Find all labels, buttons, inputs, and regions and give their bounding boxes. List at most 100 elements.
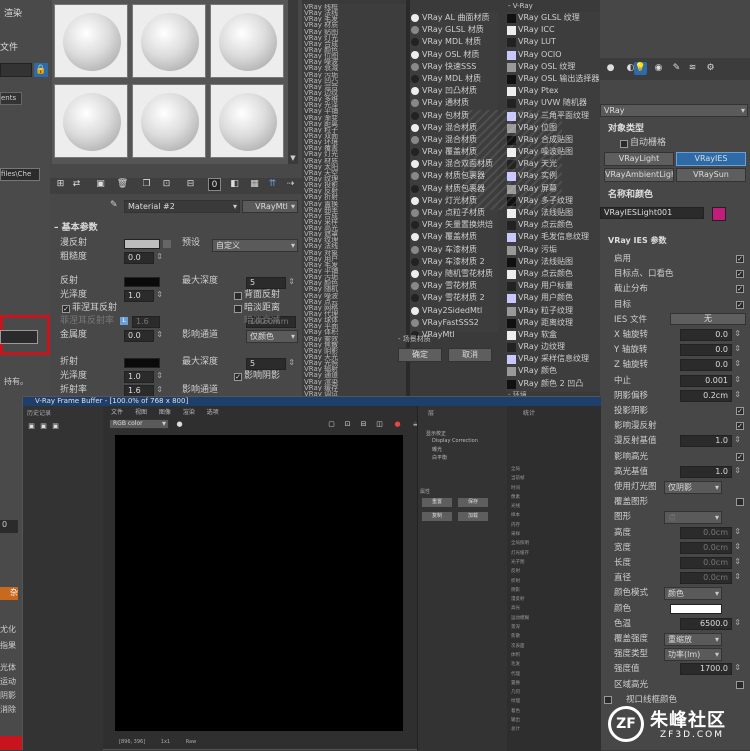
ies-length-field[interactable]: 0.0cm bbox=[680, 557, 741, 569]
ies-cutoff-checkbox[interactable]: ✓ bbox=[736, 285, 744, 294]
ies-affect-specular-checkbox[interactable]: ✓ bbox=[736, 452, 744, 461]
map-browser-item[interactable]: VRay 点云颜色 bbox=[506, 219, 600, 231]
gloss-field[interactable]: 1.0 bbox=[124, 290, 163, 302]
material-browser-item[interactable]: VRay2SidedMtl bbox=[410, 305, 498, 317]
vfb-menu-render[interactable]: 渲染 bbox=[183, 409, 195, 416]
diffuse-swatch[interactable] bbox=[124, 239, 160, 249]
back-reflect-checkbox[interactable] bbox=[234, 292, 242, 300]
material-browser-item[interactable]: VRay 雪花材质 bbox=[410, 280, 498, 292]
fresnel-lock-icon[interactable]: L bbox=[120, 317, 128, 325]
map-browser-item[interactable]: VRay 点云颜色 bbox=[506, 268, 600, 280]
vfb-layer-item[interactable]: 白平衡 bbox=[426, 454, 506, 462]
vfb-menu-options[interactable]: 选项 bbox=[207, 409, 219, 416]
menu-item-f[interactable]: 消除 bbox=[0, 704, 16, 715]
ies-color-mode-dropdown[interactable]: 颜色 bbox=[664, 587, 722, 601]
vfb-stats-button[interactable]: 复制 bbox=[421, 511, 453, 522]
vfb-menu-view[interactable]: 视图 bbox=[135, 409, 147, 416]
put-library-icon[interactable]: ⊟ bbox=[184, 178, 197, 191]
map-browser-item[interactable]: VRay 污垢 bbox=[506, 244, 600, 256]
ies-area-specular-checkbox[interactable] bbox=[736, 680, 744, 689]
ies-intensity-field[interactable]: 1700.0 bbox=[680, 663, 741, 676]
slots-scrollbar[interactable]: ▼ bbox=[288, 0, 298, 164]
material-browser-item[interactable]: VRay 覆盖材质 bbox=[410, 231, 498, 243]
ies-affect-diffuse-checkbox[interactable]: ✓ bbox=[736, 422, 744, 431]
map-browser-item[interactable]: VRay 距离纹理 bbox=[506, 317, 600, 329]
lights-icon[interactable]: 💡 bbox=[634, 62, 647, 75]
menu-item-c[interactable]: 光体 bbox=[0, 662, 16, 673]
ies-height-field[interactable]: 0.0cm bbox=[680, 526, 741, 539]
unique-icon[interactable]: ⊡ bbox=[160, 178, 173, 191]
copy-icon[interactable]: ❐ bbox=[140, 178, 153, 191]
vfb-layer-item[interactable]: 曝光 bbox=[426, 446, 506, 454]
diffuse-map-button[interactable] bbox=[163, 240, 171, 248]
sample-slot-4[interactable] bbox=[54, 84, 128, 158]
material-browser-item[interactable]: VRay AL 曲面材质 bbox=[410, 12, 498, 24]
vfb-stats-button[interactable]: 加载 bbox=[457, 511, 489, 522]
vfb-menu-file[interactable]: 文件 bbox=[111, 409, 123, 416]
map-browser-item[interactable]: VRay Ptex bbox=[506, 85, 600, 97]
vfb-stats-button[interactable]: 重置 bbox=[421, 497, 453, 508]
vfb-render-canvas[interactable] bbox=[115, 435, 403, 731]
affect-channel-dropdown[interactable]: 仅颜色 bbox=[246, 330, 298, 343]
map-browser-item[interactable]: VRay 颜色 2 凹凸 bbox=[506, 378, 600, 390]
object-type-header[interactable]: 对象类型 bbox=[608, 122, 644, 136]
name-color-header[interactable]: 名称和颜色 bbox=[608, 188, 653, 202]
ies-diffuse-contrib-field[interactable]: 1.0 bbox=[680, 435, 741, 448]
ies-intensity-type-dropdown[interactable]: 功率(lm) bbox=[664, 648, 722, 662]
sample-slot-2[interactable] bbox=[132, 4, 206, 78]
vfb-follow-icon[interactable]: ⊡ bbox=[341, 418, 354, 431]
object-name-field[interactable]: VRayIESLight001 bbox=[600, 207, 704, 219]
map-browser-item[interactable]: VRay 颜色 bbox=[506, 365, 600, 377]
reflect-swatch[interactable] bbox=[124, 277, 160, 287]
ies-shape-dropdown[interactable]: 点 bbox=[664, 511, 722, 525]
assign-icon[interactable]: ▣ bbox=[94, 178, 107, 191]
preset-dropdown[interactable]: 自定义 bbox=[212, 239, 298, 252]
geometry-icon[interactable]: ● bbox=[604, 62, 617, 75]
fresnel-ior-field[interactable]: 1.6 bbox=[132, 316, 160, 328]
vfb-stop-icon[interactable]: ● bbox=[391, 418, 404, 431]
cameras-icon[interactable]: ◉ bbox=[652, 62, 665, 75]
ies-target-l-checkbox[interactable]: ✓ bbox=[736, 300, 744, 309]
basic-params-header[interactable]: – 基本参数 bbox=[54, 221, 98, 235]
browser-header-vray[interactable]: - V-Ray bbox=[508, 2, 533, 10]
material-id-icon[interactable]: 0 bbox=[208, 178, 221, 191]
map-browser-item[interactable]: VRay GLSL 纹理 bbox=[506, 12, 600, 24]
browser-cancel-button[interactable]: 取消 bbox=[448, 348, 492, 362]
menu-item-d[interactable]: 运动 bbox=[0, 676, 16, 687]
material-browser-item[interactable]: VRay MDL 材质 bbox=[410, 73, 498, 85]
put-to-scene-icon[interactable]: ⇄ bbox=[70, 178, 83, 191]
highlighted-field[interactable] bbox=[0, 330, 38, 344]
roughness-field[interactable]: 0.0 bbox=[124, 252, 163, 264]
vfb-region-icon[interactable]: ▢ bbox=[325, 418, 338, 431]
ies-x-rot-field[interactable]: 0.0 bbox=[680, 329, 741, 341]
ies-cutoff-l-field[interactable]: 0.001 bbox=[680, 374, 741, 387]
material-browser-item[interactable]: VRay 车漆材质 2 bbox=[410, 256, 498, 268]
vfb-track-icon[interactable]: ⊟ bbox=[357, 418, 370, 431]
map-browser-item[interactable]: VRay 毛发信息纹理 bbox=[506, 231, 600, 243]
material-type-button[interactable]: VRayMtl bbox=[242, 200, 298, 213]
refract-swatch[interactable] bbox=[124, 358, 160, 368]
get-material-icon[interactable]: ⊞ bbox=[54, 178, 67, 191]
menu-item-e[interactable]: 阴影 bbox=[0, 690, 16, 701]
vrayies-button[interactable]: VRayIES bbox=[676, 152, 746, 166]
path-field[interactable] bbox=[0, 63, 32, 77]
vfb-circle-icon[interactable]: ● bbox=[173, 418, 186, 431]
auto-grid-checkbox[interactable] bbox=[620, 140, 628, 148]
sample-slot-1[interactable] bbox=[54, 4, 128, 78]
fresnel-checkbox[interactable]: ✓ bbox=[62, 305, 70, 313]
map-browser-item[interactable]: VRay ICC bbox=[506, 24, 600, 36]
ies-override-shape-checkbox[interactable] bbox=[736, 498, 744, 507]
sample-slot-5[interactable] bbox=[132, 84, 206, 158]
ies-width-field[interactable]: 0.0cm bbox=[680, 541, 741, 554]
menu-item-a[interactable]: 尤化 bbox=[0, 624, 16, 635]
ies-specular-contrib-field[interactable]: 1.0 bbox=[680, 465, 741, 478]
material-browser-item[interactable]: VRay 车漆材质 bbox=[410, 244, 498, 256]
history-compare-icon[interactable]: ▣ bbox=[49, 420, 62, 433]
map-browser-item[interactable]: VRay 粒子纹理 bbox=[506, 305, 600, 317]
ies-diameter-field[interactable]: 0.0cm bbox=[680, 572, 741, 585]
map-browser-item[interactable]: VRay 边纹理 bbox=[506, 341, 600, 353]
map-browser-item[interactable]: VRay 法线贴图 bbox=[506, 256, 600, 268]
map-browser-item[interactable]: VRay 用户颜色 bbox=[506, 292, 600, 304]
map-browser-item[interactable]: VRay OCIO bbox=[506, 49, 600, 61]
vraysun-button[interactable]: VRaySun bbox=[676, 168, 746, 182]
